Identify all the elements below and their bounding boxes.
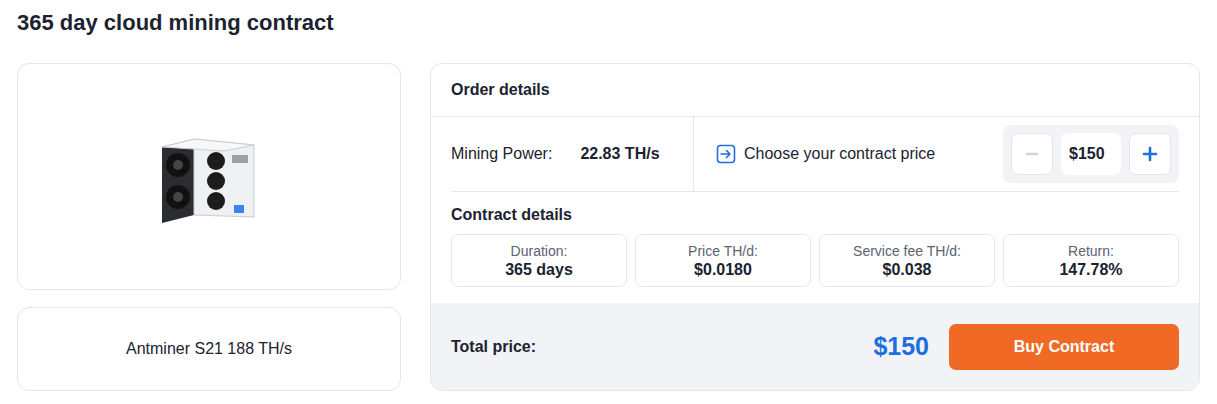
detail-value: $0.038 xyxy=(883,261,932,279)
page: 365 day cloud mining contract Antminer S2… xyxy=(0,0,1217,404)
detail-box: Price TH/d: $0.0180 xyxy=(635,234,811,287)
increase-button[interactable] xyxy=(1129,133,1171,175)
total-value: $150 xyxy=(873,332,929,361)
total-label: Total price: xyxy=(451,338,873,356)
detail-label: Duration: xyxy=(511,243,568,259)
order-header: Order details xyxy=(431,64,1199,117)
order-footer: Total price:$150 Buy Contract xyxy=(431,303,1199,390)
product-name: Antminer S21 188 TH/s xyxy=(126,340,292,358)
product-name-card: Antminer S21 188 TH/s xyxy=(17,307,401,391)
order-card: Order details Mining Power: 22.83 TH/s Choo… xyxy=(430,63,1200,391)
main-grid: Antminer S21 188 TH/s Order details Mining… xyxy=(17,63,1217,391)
contract-details-title: Contract details xyxy=(451,206,1179,224)
detail-value: 365 days xyxy=(505,261,573,279)
mining-power-label: Mining Power: xyxy=(451,145,552,163)
mining-power: Mining Power: 22.83 TH/s xyxy=(451,117,694,191)
detail-grid: Duration: 365 days Price TH/d: $0.0180 Servi… xyxy=(451,234,1179,287)
product-image-card xyxy=(17,63,401,290)
price-stepper: $150 xyxy=(1003,125,1179,183)
order-title: Order details xyxy=(451,81,550,99)
power-row: Mining Power: 22.83 TH/s Choose your contr… xyxy=(451,117,1179,192)
price-choice: Choose your contract price $150 xyxy=(694,117,1179,191)
decrease-button[interactable] xyxy=(1011,133,1053,175)
price-prompt: Choose your contract price xyxy=(744,145,995,163)
detail-value: 147.78% xyxy=(1059,261,1122,279)
buy-contract-button[interactable]: Buy Contract xyxy=(949,324,1179,370)
product-column: Antminer S21 188 TH/s xyxy=(17,63,401,391)
plus-icon xyxy=(1142,146,1158,162)
miner-icon xyxy=(154,125,264,229)
detail-value: $0.0180 xyxy=(694,261,752,279)
detail-label: Return: xyxy=(1068,243,1114,259)
page-title: 365 day cloud mining contract xyxy=(17,8,1217,38)
detail-box: Service fee TH/d: $0.038 xyxy=(819,234,995,287)
contract-details: Contract details Duration: 365 days Price T… xyxy=(431,192,1199,303)
detail-box: Return: 147.78% xyxy=(1003,234,1179,287)
minus-icon xyxy=(1025,147,1039,161)
detail-label: Service fee TH/d: xyxy=(853,243,961,259)
price-value[interactable]: $150 xyxy=(1061,133,1121,175)
detail-box: Duration: 365 days xyxy=(451,234,627,287)
arrow-in-box-icon xyxy=(716,144,736,164)
mining-power-value: 22.83 TH/s xyxy=(580,145,659,163)
detail-label: Price TH/d: xyxy=(688,243,758,259)
